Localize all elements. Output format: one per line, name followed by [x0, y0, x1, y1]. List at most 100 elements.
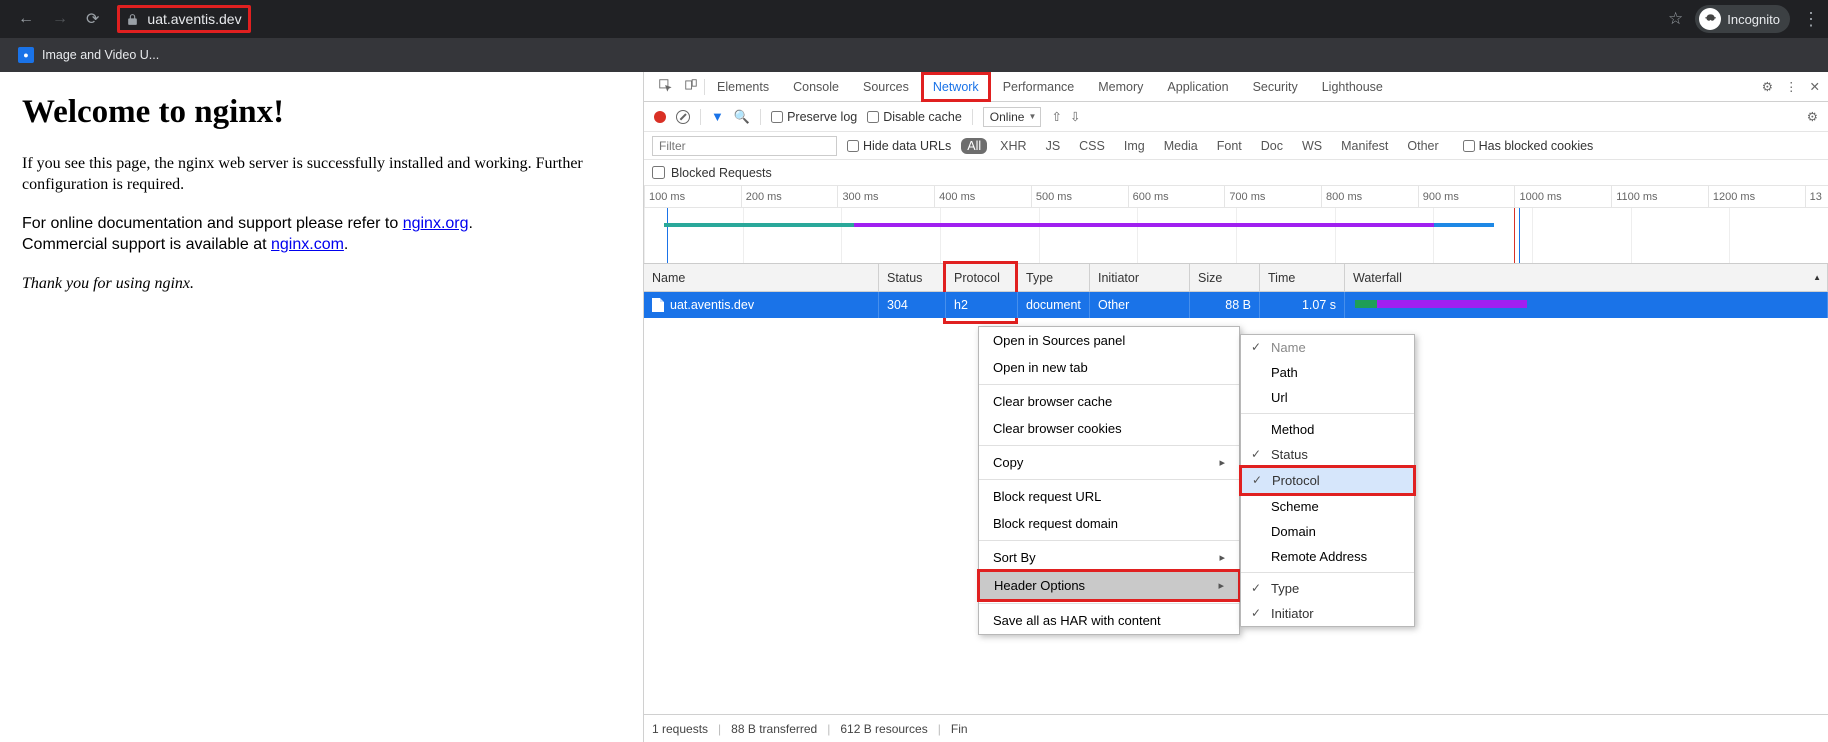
tab-performance[interactable]: Performance: [991, 72, 1087, 101]
search-icon[interactable]: 🔍: [734, 109, 750, 125]
type-img[interactable]: Img: [1118, 138, 1151, 154]
overview-strip[interactable]: [644, 208, 1828, 264]
type-css[interactable]: CSS: [1073, 138, 1111, 154]
cm-open-tab[interactable]: Open in new tab: [979, 354, 1239, 381]
col-opt-scheme[interactable]: Scheme: [1241, 494, 1414, 519]
bookmark-bar: ● Image and Video U...: [0, 38, 1828, 72]
browser-menu-icon[interactable]: ⋮: [1802, 9, 1820, 30]
network-settings-icon[interactable]: ⚙: [1807, 109, 1818, 124]
preserve-log-checkbox[interactable]: Preserve log: [771, 110, 857, 124]
tab-console[interactable]: Console: [781, 72, 851, 101]
col-opt-status[interactable]: Status: [1241, 442, 1414, 467]
reload-button[interactable]: ⟳: [86, 9, 99, 29]
type-font[interactable]: Font: [1211, 138, 1248, 154]
cm-sort-by[interactable]: Sort By: [979, 544, 1239, 571]
timeline-ruler: 100 ms 200 ms 300 ms 400 ms 500 ms 600 m…: [644, 186, 1828, 208]
col-opt-method[interactable]: Method: [1241, 417, 1414, 442]
lock-icon: [126, 13, 139, 26]
back-button[interactable]: ←: [18, 10, 34, 28]
tab-sources[interactable]: Sources: [851, 72, 921, 101]
col-opt-url[interactable]: Url: [1241, 385, 1414, 410]
tab-network[interactable]: Network: [921, 72, 991, 102]
table-row[interactable]: uat.aventis.dev 304 h2 document Other 88…: [644, 292, 1828, 318]
col-size[interactable]: Size: [1190, 264, 1260, 291]
col-opt-protocol[interactable]: Protocol: [1242, 468, 1413, 493]
cm-open-sources[interactable]: Open in Sources panel: [979, 327, 1239, 354]
incognito-label: Incognito: [1727, 12, 1780, 27]
col-name[interactable]: Name: [644, 264, 879, 291]
tab-security[interactable]: Security: [1241, 72, 1310, 101]
col-opt-name[interactable]: Name: [1241, 335, 1414, 360]
type-other[interactable]: Other: [1401, 138, 1444, 154]
cm-clear-cache[interactable]: Clear browser cache: [979, 388, 1239, 415]
page-content: Welcome to nginx! If you see this page, …: [0, 72, 643, 742]
incognito-badge: Incognito: [1695, 5, 1790, 33]
bookmark-star-icon[interactable]: ☆: [1668, 9, 1683, 29]
requests-grid-header: Name Status Protocol Type Initiator Size…: [644, 264, 1828, 292]
bookmark-favicon: ●: [18, 47, 34, 63]
tab-lighthouse[interactable]: Lighthouse: [1310, 72, 1395, 101]
cm-block-url[interactable]: Block request URL: [979, 483, 1239, 510]
page-paragraph-1: If you see this page, the nginx web serv…: [22, 153, 621, 195]
network-filter-row: Hide data URLs All XHR JS CSS Img Media …: [644, 132, 1828, 160]
browser-toolbar: ← → ⟳ uat.aventis.dev ☆ Incognito ⋮: [0, 0, 1828, 38]
tab-application[interactable]: Application: [1155, 72, 1240, 101]
address-bar-highlight: uat.aventis.dev: [117, 5, 250, 33]
col-opt-type[interactable]: Type: [1241, 576, 1414, 601]
cm-save-har[interactable]: Save all as HAR with content: [979, 607, 1239, 634]
device-toggle-icon[interactable]: [678, 78, 704, 95]
col-opt-initiator[interactable]: Initiator: [1241, 601, 1414, 626]
network-status-bar: 1 requests| 88 B transferred| 612 B reso…: [644, 714, 1828, 742]
forward-button[interactable]: →: [52, 10, 68, 28]
type-js[interactable]: JS: [1040, 138, 1067, 154]
type-doc[interactable]: Doc: [1255, 138, 1289, 154]
col-time[interactable]: Time: [1260, 264, 1345, 291]
cm-header-options[interactable]: Header Options: [980, 572, 1238, 599]
tab-memory[interactable]: Memory: [1086, 72, 1155, 101]
column-submenu: Name Path Url Method Status Protocol Sch…: [1240, 334, 1415, 627]
url-text[interactable]: uat.aventis.dev: [147, 11, 241, 27]
throttling-select[interactable]: Online: [983, 107, 1042, 127]
type-all[interactable]: All: [961, 138, 987, 154]
col-opt-domain[interactable]: Domain: [1241, 519, 1414, 544]
col-protocol[interactable]: Protocol: [946, 264, 1018, 291]
col-opt-remote[interactable]: Remote Address: [1241, 544, 1414, 569]
row-context-menu: Open in Sources panel Open in new tab Cl…: [978, 326, 1240, 635]
upload-har-icon[interactable]: ⇧: [1051, 109, 1061, 124]
page-thanks: Thank you for using nginx.: [22, 273, 621, 294]
blocked-requests-checkbox[interactable]: [652, 166, 665, 179]
type-media[interactable]: Media: [1158, 138, 1204, 154]
col-initiator[interactable]: Initiator: [1090, 264, 1190, 291]
hide-data-urls-checkbox[interactable]: Hide data URLs: [847, 139, 951, 153]
type-xhr[interactable]: XHR: [994, 138, 1032, 154]
type-ws[interactable]: WS: [1296, 138, 1328, 154]
col-status[interactable]: Status: [879, 264, 946, 291]
col-waterfall[interactable]: Waterfall: [1345, 264, 1828, 291]
devtools-close-icon[interactable]: ✕: [1810, 79, 1820, 94]
disable-cache-checkbox[interactable]: Disable cache: [867, 110, 962, 124]
link-nginx-com[interactable]: nginx.com: [271, 236, 344, 253]
inspect-element-icon[interactable]: [652, 78, 678, 95]
record-button[interactable]: [654, 111, 666, 123]
cm-copy[interactable]: Copy: [979, 449, 1239, 476]
tab-elements[interactable]: Elements: [705, 72, 781, 101]
col-opt-path[interactable]: Path: [1241, 360, 1414, 385]
cm-clear-cookies[interactable]: Clear browser cookies: [979, 415, 1239, 442]
devtools-settings-icon[interactable]: ⚙: [1762, 79, 1773, 94]
clear-button[interactable]: [676, 110, 690, 124]
col-type[interactable]: Type: [1018, 264, 1090, 291]
network-toolbar: ▼ 🔍 Preserve log Disable cache Online ⇧ …: [644, 102, 1828, 132]
page-paragraph-2: For online documentation and support ple…: [22, 213, 621, 255]
filter-input[interactable]: [652, 136, 837, 156]
filter-toggle-icon[interactable]: ▼: [711, 109, 724, 124]
devtools-more-icon[interactable]: ⋮: [1785, 79, 1798, 94]
blocked-requests-row: Blocked Requests: [644, 160, 1828, 186]
download-har-icon[interactable]: ⇩: [1070, 109, 1080, 124]
bookmark-item[interactable]: Image and Video U...: [42, 48, 159, 62]
incognito-icon: [1699, 8, 1721, 30]
page-title: Welcome to nginx!: [22, 94, 621, 131]
cm-block-domain[interactable]: Block request domain: [979, 510, 1239, 537]
type-manifest[interactable]: Manifest: [1335, 138, 1394, 154]
link-nginx-org[interactable]: nginx.org: [403, 215, 469, 232]
blocked-cookies-checkbox[interactable]: Has blocked cookies: [1463, 139, 1594, 153]
